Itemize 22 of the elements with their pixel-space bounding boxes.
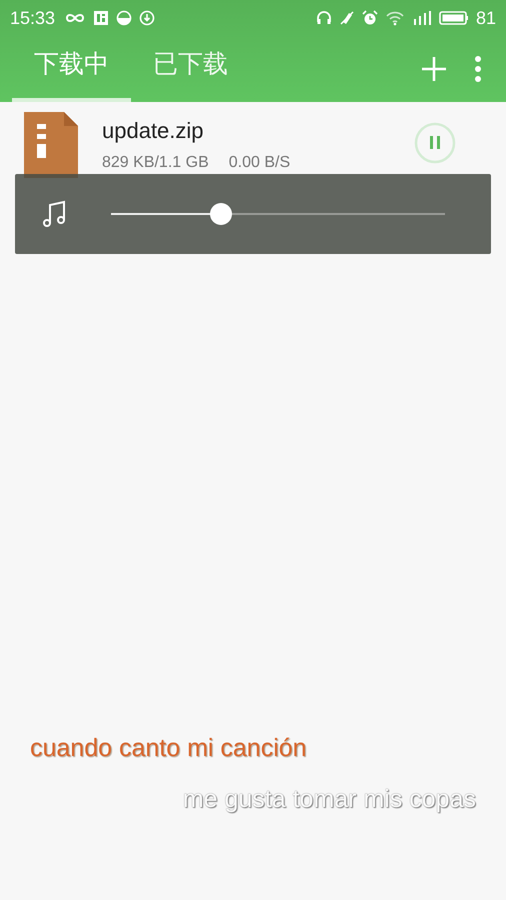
- status-time: 15:33: [10, 8, 56, 28]
- half-circle-icon: [116, 10, 132, 26]
- wifi-icon: [384, 10, 405, 26]
- download-speed: 0.00 B/S: [228, 154, 290, 172]
- volume-slider[interactable]: [111, 203, 445, 225]
- alarm-icon: [362, 10, 378, 26]
- mute-icon: [338, 10, 355, 26]
- file-name: update.zip: [102, 118, 205, 144]
- battery-percentage: 81: [476, 8, 496, 28]
- signal-icon: [412, 10, 432, 26]
- infinity-icon: [64, 12, 86, 24]
- battery-icon: [438, 10, 469, 26]
- tab[interactable]: 下载中: [12, 47, 131, 102]
- pause-button[interactable]: [414, 122, 456, 164]
- tab[interactable]: 已下载: [131, 47, 250, 102]
- add-icon[interactable]: [420, 55, 448, 83]
- lyric-line: cuando canto mi canción: [30, 734, 307, 763]
- more-icon[interactable]: [474, 55, 482, 83]
- app-icon: [93, 10, 110, 26]
- lyric-line: me gusta tomar mis copas: [182, 785, 476, 814]
- download-icon: [139, 10, 156, 26]
- headphones-icon: [316, 10, 332, 26]
